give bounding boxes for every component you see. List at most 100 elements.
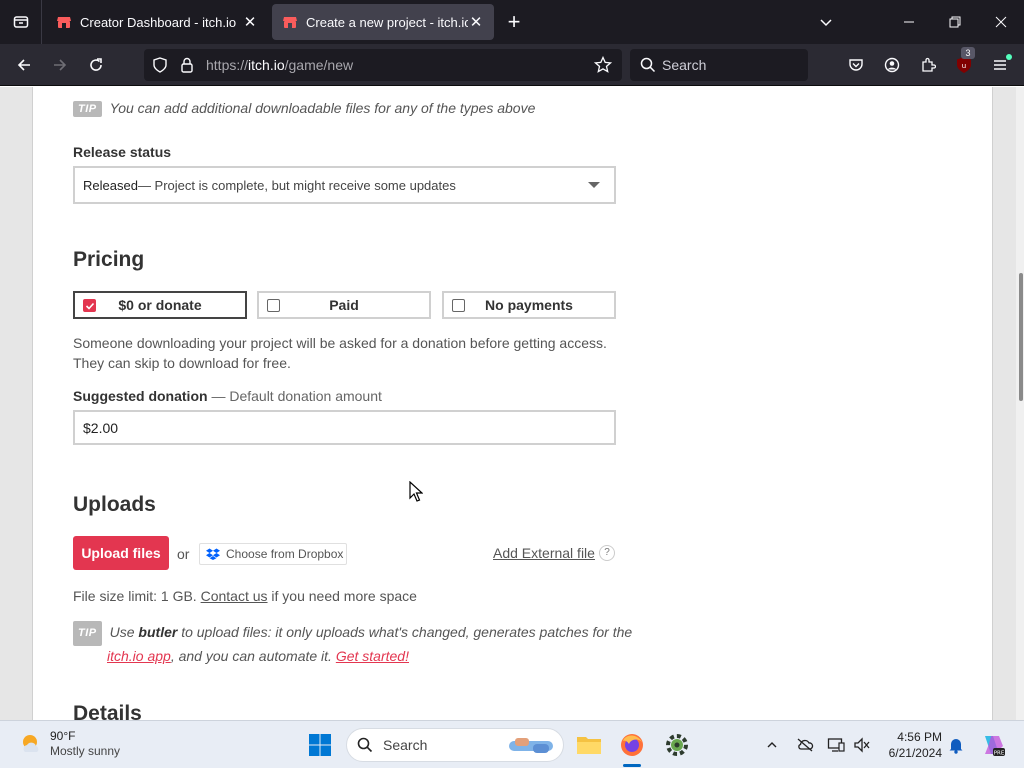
release-status-select[interactable]: Released — Project is complete, but migh…: [73, 166, 616, 204]
search-highlight-icon: [509, 738, 553, 753]
system-clock[interactable]: 4:56 PM 6/21/2024: [884, 729, 942, 761]
checkbox-icon[interactable]: [267, 299, 280, 312]
taskbar-search-placeholder: Search: [383, 737, 428, 753]
details-heading: Details: [73, 702, 142, 720]
tab-creator-dashboard[interactable]: Creator Dashboard - itch.io ✕: [46, 4, 268, 40]
file-explorer-icon[interactable]: [573, 729, 605, 761]
firefox-icon[interactable]: [616, 729, 648, 761]
butler-name: butler: [138, 624, 178, 641]
scrollbar-thumb[interactable]: [1019, 273, 1023, 401]
dropbox-icon: [206, 548, 220, 560]
clock-date: 6/21/2024: [888, 746, 942, 760]
release-status-value: Released: [83, 177, 138, 193]
checkbox-checked-icon[interactable]: [83, 299, 96, 312]
file-size-limit-suffix: if you need more space: [267, 588, 417, 604]
shield-icon[interactable]: [152, 57, 168, 73]
url-text: https://itch.io/game/new: [206, 57, 353, 73]
suggested-donation-input[interactable]: $2.00: [73, 410, 616, 445]
weather-desc: Mostly sunny: [50, 744, 121, 758]
choose-from-dropbox-button[interactable]: Choose from Dropbox: [199, 543, 347, 565]
windows-start-icon[interactable]: [304, 729, 336, 761]
tip-badge: TIP: [73, 101, 102, 118]
settings-gear-icon[interactable]: [661, 729, 693, 761]
add-external-file-link[interactable]: Add External file: [493, 545, 595, 561]
pricing-option-no-payments[interactable]: No payments: [442, 291, 616, 319]
tip-text: to upload files: it only uploads what's …: [177, 624, 633, 641]
dropbox-label: Choose from Dropbox: [226, 547, 344, 561]
minimize-icon[interactable]: [886, 0, 932, 44]
weather-widget[interactable]: 90°F Mostly sunny: [18, 729, 120, 759]
url-path: /game/new: [284, 57, 354, 73]
pricing-option-label: $0 or donate: [118, 297, 202, 313]
pricing-description-line: They can skip to download for free.: [73, 355, 291, 371]
pricing-description: Someone downloading your project will be…: [73, 333, 607, 373]
new-tab-icon[interactable]: +: [502, 11, 526, 35]
update-dot: [1006, 54, 1012, 60]
pricing-option-label: No payments: [485, 297, 573, 313]
suggested-donation-subtitle: — Default donation amount: [207, 388, 382, 404]
tip-text: You can add additional downloadable file…: [109, 100, 536, 116]
itchio-app-link[interactable]: itch.io app: [107, 648, 171, 664]
page-viewport: TIP You can add additional downloadable f…: [0, 87, 1024, 720]
release-status-label: Release status: [73, 144, 172, 160]
pocket-icon[interactable]: [841, 50, 871, 80]
or-separator: or: [177, 546, 190, 562]
svg-text:u: u: [962, 62, 966, 70]
tip-additional-files: TIP You can add additional downloadable f…: [73, 100, 536, 118]
navigation-toolbar: https://itch.io/game/new Search u 3: [0, 44, 1024, 86]
tab-create-project[interactable]: Create a new project - itch.io ✕: [272, 4, 494, 40]
pricing-heading: Pricing: [73, 248, 145, 271]
file-size-limit: File size limit: 1 GB. Contact us if you…: [73, 586, 417, 606]
file-size-limit-text: File size limit: 1 GB.: [73, 588, 201, 604]
forward-icon[interactable]: [45, 50, 75, 80]
suggested-donation-label: Suggested donation — Default donation am…: [73, 388, 382, 404]
network-offline-icon[interactable]: [789, 729, 821, 761]
search-bar[interactable]: Search: [630, 49, 808, 81]
url-host: itch.io: [248, 57, 285, 73]
tab-bar: Creator Dashboard - itch.io ✕ Create a n…: [0, 0, 1024, 44]
tab-title: Creator Dashboard - itch.io: [80, 14, 237, 30]
checkbox-icon[interactable]: [452, 299, 465, 312]
sun-cloud-icon: [23, 735, 39, 752]
close-tab-icon[interactable]: ✕: [242, 14, 258, 31]
notification-bell-icon[interactable]: [940, 729, 972, 761]
search-icon: [640, 57, 656, 73]
tip-butler: TIP Use butler to upload files: it only u…: [73, 621, 632, 667]
volume-muted-icon[interactable]: [846, 729, 878, 761]
url-scheme: https://: [206, 57, 249, 73]
copilot-icon[interactable]: PRE: [976, 729, 1008, 761]
help-icon[interactable]: ?: [599, 545, 615, 561]
itchio-favicon-icon: [57, 17, 71, 28]
account-icon[interactable]: [877, 50, 907, 80]
chevron-down-icon: [588, 182, 600, 188]
extensions-icon[interactable]: [913, 50, 943, 80]
upload-files-button[interactable]: Upload files: [73, 536, 169, 570]
taskbar-search[interactable]: Search: [346, 728, 564, 762]
list-all-tabs-icon[interactable]: [803, 0, 849, 44]
page-scrollbar[interactable]: [1016, 87, 1024, 720]
close-window-icon[interactable]: [978, 0, 1024, 44]
restore-icon[interactable]: [932, 0, 978, 44]
pricing-description-line: Someone downloading your project will be…: [73, 335, 607, 351]
url-bar[interactable]: https://itch.io/game/new: [144, 49, 622, 81]
mouse-cursor-icon: [409, 481, 423, 502]
svg-text:PRE: PRE: [994, 751, 1005, 757]
back-icon[interactable]: [9, 50, 39, 80]
clock-time: 4:56 PM: [897, 730, 942, 744]
get-started-link[interactable]: Get started!: [336, 648, 409, 664]
pricing-option-donate[interactable]: $0 or donate: [73, 291, 247, 319]
extension-badge: 3: [961, 47, 975, 59]
windows-taskbar: 90°F Mostly sunny Search 4:56 PM 6/21/20…: [0, 720, 1024, 768]
close-tab-icon[interactable]: ✕: [468, 14, 484, 31]
lock-icon[interactable]: [180, 57, 194, 73]
reload-icon[interactable]: [81, 50, 111, 80]
bookmark-star-icon[interactable]: [594, 56, 612, 74]
pricing-option-paid[interactable]: Paid: [257, 291, 431, 319]
menu-icon[interactable]: [985, 50, 1015, 80]
tab-overview-icon[interactable]: [0, 0, 42, 44]
uploads-heading: Uploads: [73, 493, 156, 516]
itchio-favicon-icon: [283, 17, 297, 28]
weather-temp: 90°F: [50, 729, 76, 743]
contact-us-link[interactable]: Contact us: [201, 588, 268, 604]
show-hidden-icons-icon[interactable]: [756, 729, 788, 761]
